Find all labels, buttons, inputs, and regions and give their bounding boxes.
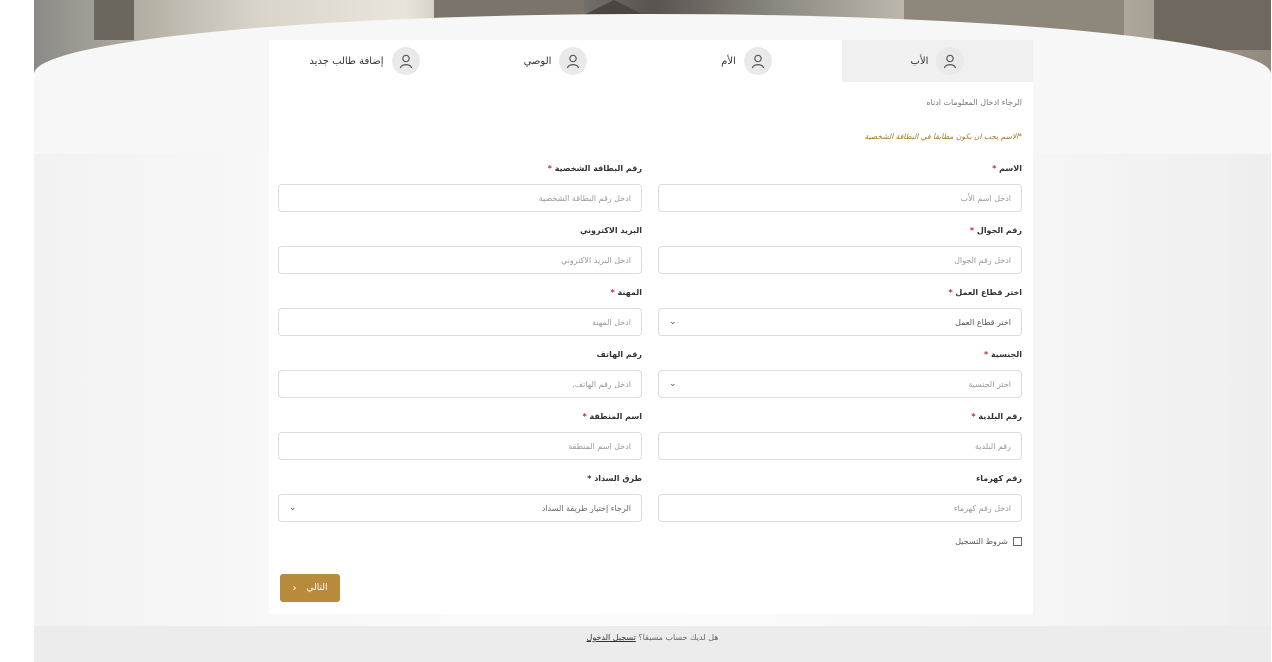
login-prompt-text: هل لديك حساب مسبقا؟: [638, 633, 719, 642]
chevron-down-icon: ⌄: [669, 317, 677, 327]
login-prompt: هل لديك حساب مسبقا؟ تسجيل الدخول: [34, 633, 1271, 642]
profession-label: المهنة *: [610, 288, 643, 297]
tab-father[interactable]: الأب: [842, 40, 1033, 82]
payment-select[interactable]: الرجاء إختيار طريقة السداد ⌄: [278, 494, 642, 522]
municipality-label: رقم البلدية *: [971, 412, 1022, 421]
registration-card: الأب الأم الوصي إضافة طالب جديد الرجاء ا…: [269, 40, 1033, 614]
mobile-label: رقم الجوال *: [969, 226, 1022, 235]
work-sector-label: اختر قطاع العمل *: [948, 288, 1022, 297]
tab-mother[interactable]: الأم: [651, 40, 842, 82]
next-button-label: التالي: [306, 583, 328, 593]
next-button[interactable]: التالي ‹: [280, 574, 340, 602]
name-input[interactable]: ادخل اسم الأب: [658, 184, 1022, 212]
chevron-down-icon: ⌄: [289, 503, 297, 513]
tab-add-student[interactable]: إضافة طالب جديد: [269, 40, 460, 82]
municipality-input[interactable]: رقم البلدية: [658, 432, 1022, 460]
phone-input[interactable]: ادخل رقم الهاتف.: [278, 370, 642, 398]
left-margin: [0, 0, 34, 662]
chevron-left-icon: ‹: [292, 582, 297, 594]
email-input[interactable]: ادخل البريد الاكتروني: [278, 246, 642, 274]
kahramaa-label: رقم كهرماء: [976, 474, 1022, 483]
chevron-down-icon: ⌄: [669, 379, 677, 389]
name-warning-note: *الاسم يجب ان يكون مطابقا في البطاقة الش…: [864, 132, 1022, 141]
user-icon: [743, 47, 772, 75]
nationality-label: الجنسية *: [983, 350, 1022, 359]
intro-note: الرجاء ادخال المعلومات ادناه: [926, 98, 1022, 107]
nationality-select[interactable]: اختر الجنسية ⌄: [658, 370, 1022, 398]
profession-input[interactable]: ادخل المهنة: [278, 308, 642, 336]
user-icon: [559, 47, 588, 75]
tab-label: إضافة طالب جديد: [309, 55, 384, 67]
tab-guardian[interactable]: الوصي: [460, 40, 651, 82]
payment-label: طرق السداد *: [587, 474, 642, 483]
area-name-label: اسم المنطقة *: [582, 412, 642, 421]
work-sector-select[interactable]: اختر قطاع العمل ⌄: [658, 308, 1022, 336]
id-number-label: رقم البطاقة الشخصية *: [547, 164, 642, 173]
tab-label: الأب: [910, 55, 929, 67]
name-label: الاسم *: [992, 164, 1022, 173]
user-icon: [936, 47, 965, 75]
terms-row: شروط التسجيل: [955, 537, 1022, 546]
terms-checkbox[interactable]: [1013, 537, 1022, 546]
user-icon: [391, 47, 420, 75]
phone-label: رقم الهاتف: [596, 350, 642, 359]
tab-label: الأم: [721, 55, 736, 67]
kahramaa-input[interactable]: ادخل رقم كهرماء: [658, 494, 1022, 522]
tab-label: الوصي: [523, 55, 552, 67]
guardian-tabs: الأب الأم الوصي إضافة طالب جديد: [269, 40, 1033, 82]
terms-label[interactable]: شروط التسجيل: [955, 537, 1008, 546]
email-label: البريد الاكتروني: [579, 226, 642, 235]
footer-bar: [34, 626, 1271, 662]
area-name-input[interactable]: ادخل اسم المنطقة: [278, 432, 642, 460]
login-link[interactable]: تسجيل الدخول: [587, 633, 636, 642]
id-number-input[interactable]: ادخل رقم البطاقة الشخصية: [278, 184, 642, 212]
mobile-input[interactable]: ادخل رقم الجوال: [658, 246, 1022, 274]
